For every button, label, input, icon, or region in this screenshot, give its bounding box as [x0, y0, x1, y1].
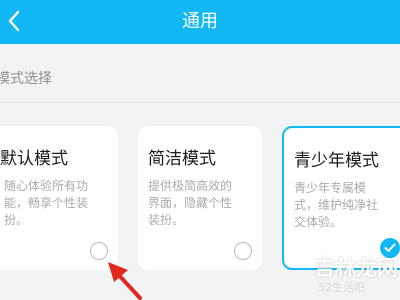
page-title: 通用 [182, 11, 218, 32]
mode-title: 默认模式 [0, 149, 68, 169]
watermark-logo: 吉林龙网 [314, 255, 398, 280]
mode-title: 简洁模式 [148, 149, 216, 169]
radio-unselected-icon[interactable] [234, 242, 252, 260]
mode-card-teen[interactable]: 青少年模式 青少年专属模式，维护纯净社交体验。 [282, 126, 400, 270]
top-bar: 通用 [0, 0, 400, 44]
divider [0, 102, 400, 103]
mode-description: 随心体验所有功能，畅享个性装扮。 [4, 179, 89, 227]
section-label: 模式选择 [0, 71, 52, 87]
mode-description: 青少年专属模式，维护纯净社交体验。 [294, 181, 379, 229]
mode-card-simple[interactable]: 简洁模式 提供极简高效的界面，隐藏个性装扮。 [138, 126, 262, 270]
watermark-subtext: 52生活吧 [318, 281, 365, 294]
annotation-arrow-icon [108, 262, 142, 300]
mode-description: 提供极简高效的界面，隐藏个性装扮。 [148, 179, 233, 227]
mode-card-default[interactable]: 默认模式 随心体验所有功能，畅享个性装扮。 [0, 126, 118, 270]
mode-title: 青少年模式 [294, 151, 379, 171]
